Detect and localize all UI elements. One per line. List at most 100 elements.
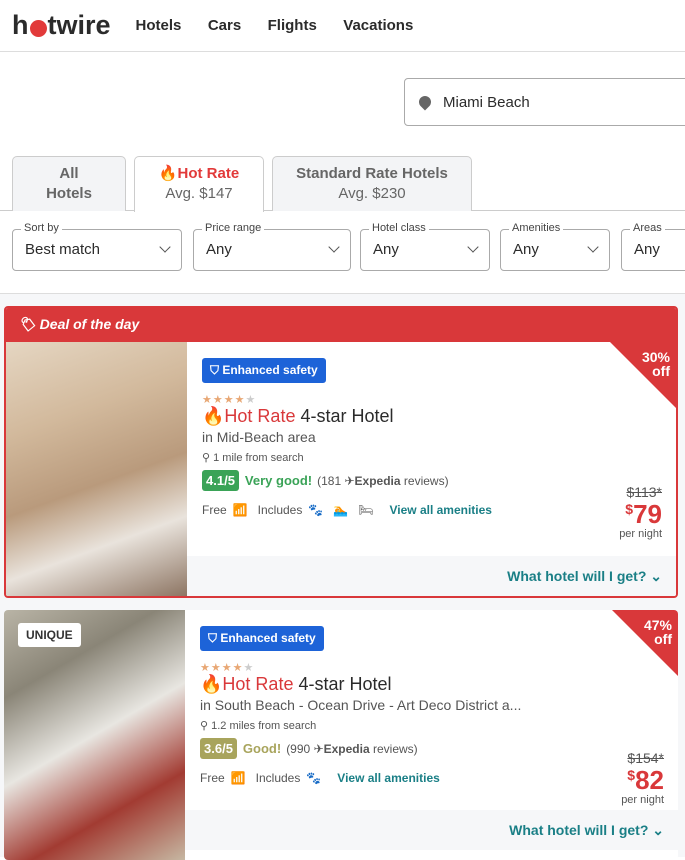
score-max: /5 (224, 473, 235, 488)
review-source: Expedia (354, 473, 401, 488)
shield-icon: ⛉ (210, 363, 223, 377)
original-price: $154* (627, 750, 664, 766)
currency-symbol: $ (625, 501, 634, 517)
badge-text: Enhanced safety (220, 631, 316, 645)
hotel-class-title: 4-star Hotel (298, 674, 392, 694)
hotel-area: in South Beach - Ocean Drive - Art Deco … (200, 697, 522, 713)
hotel-title[interactable]: 🔥Hot Rate 4-star Hotel (200, 674, 521, 695)
pool-icon: 🏊 (333, 503, 349, 517)
rating-text: Good! (242, 741, 282, 756)
price-range-select[interactable]: Price range Any (193, 222, 351, 271)
what-hotel-link[interactable]: What hotel will I get? ⌄ (185, 810, 678, 850)
expedia-logo-icon: ✈ (344, 473, 355, 488)
hotel-card[interactable]: 🏷 Deal of the day 30% off ⛉ Enhanced safe… (4, 306, 678, 598)
deal-of-the-day-banner: 🏷 Deal of the day (6, 308, 676, 342)
score-badge: 4.1/5 (202, 470, 239, 491)
tab-avg-price: Avg. $230 (338, 185, 406, 202)
enhanced-safety-badge[interactable]: ⛉ Enhanced safety (200, 626, 324, 651)
hotel-card[interactable]: UNIQUE 47% off ⛉ Enhanced safety ★★★★★ 🔥H… (4, 610, 678, 860)
expedia-logo-icon: ✈ (313, 741, 324, 756)
hotwire-logo[interactable]: h twire (12, 10, 111, 41)
tab-all-hotels[interactable]: All Hotels (12, 156, 126, 211)
nav-hotels[interactable]: Hotels (136, 17, 182, 34)
discount-label: 47% off (644, 618, 672, 646)
review-source: Expedia (323, 741, 370, 756)
distance-text: 1.2 miles from search (211, 720, 317, 732)
hotel-class-select[interactable]: Hotel class Any (360, 222, 490, 271)
tab-avg-price: Avg. $147 (165, 185, 233, 202)
hotel-info: ⛉ Enhanced safety ★★★★★ 🔥Hot Rate 4-star… (202, 358, 492, 517)
filter-value: Any (373, 241, 399, 258)
badge-text: Enhanced safety (222, 363, 318, 377)
hotel-photo[interactable] (4, 610, 185, 860)
filter-bar: Sort by Best match Price range Any Hotel… (0, 221, 685, 271)
logo-text: twire (47, 10, 111, 40)
review-suffix: reviews) (373, 741, 418, 756)
amenities-row: Free 📶 Includes 🐾 View all amenities (200, 771, 521, 785)
free-label: Free (202, 503, 227, 517)
price-block: $113* $79 per night (619, 484, 662, 540)
shield-icon: ⛉ (208, 631, 221, 645)
tab-hot-rate[interactable]: 🔥Hot Rate Avg. $147 (134, 156, 264, 212)
includes-label: Includes (255, 771, 301, 785)
unique-tag: UNIQUE (18, 623, 81, 647)
what-hotel-text: What hotel will I get? (507, 568, 647, 584)
score-value: 4.1 (206, 473, 225, 488)
filter-label: Hotel class (369, 222, 429, 234)
nav-cars[interactable]: Cars (208, 17, 241, 34)
enhanced-safety-badge[interactable]: ⛉ Enhanced safety (202, 358, 326, 383)
distance: ⚲ 1.2 miles from search (200, 719, 521, 732)
currency-symbol: $ (627, 767, 636, 783)
location-pin-icon (416, 93, 434, 111)
distance: ⚲ 1 mile from search (202, 451, 492, 464)
filter-value: Any (206, 241, 232, 258)
destination-input[interactable]: Miami Beach (404, 78, 685, 126)
view-all-amenities-link[interactable]: View all amenities (337, 771, 440, 785)
current-price: $79 (619, 500, 662, 528)
chevron-down-icon (467, 241, 479, 253)
review-suffix: reviews) (403, 473, 449, 488)
original-price: $113* (626, 484, 662, 500)
tab-label: Hotels (46, 185, 92, 202)
filter-value: Any (634, 241, 660, 258)
amenities-select[interactable]: Amenities Any (500, 222, 610, 271)
deal-banner-text: Deal of the day (39, 316, 140, 332)
tab-label: All (59, 165, 79, 182)
hotel-title[interactable]: 🔥Hot Rate 4-star Hotel (202, 406, 492, 427)
view-all-amenities-link[interactable]: View all amenities (389, 503, 492, 517)
flame-icon: 🔥 (200, 674, 223, 694)
chevron-down-icon (587, 241, 599, 253)
hot-rate-label: Hot Rate (224, 406, 296, 426)
rating-text: Very good! (244, 473, 313, 488)
hotel-photo[interactable] (6, 342, 187, 596)
guest-rating: 4.1/5 Very good! (181 ✈Expedia reviews) (202, 470, 492, 491)
chevron-down-icon (159, 241, 171, 253)
distance-text: 1 mile from search (213, 452, 304, 464)
price-value: 82 (635, 765, 664, 795)
current-price: $82 (621, 766, 664, 794)
wifi-icon: 📶 (230, 771, 246, 785)
areas-select[interactable]: Areas Any (621, 222, 685, 271)
what-hotel-text: What hotel will I get? (509, 822, 649, 838)
discount-off: off (652, 363, 670, 379)
pet-icon: 🐾 (308, 503, 324, 517)
amenities-row: Free 📶 Includes 🐾 🏊 🛏 View all amenities (202, 503, 492, 517)
tab-label: Standard Rate Hotels (296, 165, 448, 182)
what-hotel-link[interactable]: What hotel will I get? ⌄ (187, 556, 676, 596)
price-block: $154* $82 per night (621, 750, 664, 806)
per-night-label: per night (619, 528, 662, 540)
nav-vacations[interactable]: Vacations (343, 17, 413, 34)
tab-label: 🔥Hot Rate (135, 164, 263, 184)
price-value: 79 (633, 499, 662, 529)
logo-dot (29, 20, 47, 37)
score-max: /5 (222, 741, 233, 756)
filter-label: Price range (202, 222, 265, 234)
sort-by-select[interactable]: Sort by Best match (12, 222, 182, 271)
review-number: (990 (286, 741, 311, 756)
tab-standard-rate[interactable]: Standard Rate Hotels Avg. $230 (272, 156, 472, 211)
hotel-area: in Mid-Beach area (202, 429, 316, 445)
location-pin-icon: ⚲ (202, 452, 214, 464)
rate-tabs: All Hotels 🔥Hot Rate Avg. $147 Standard … (0, 156, 685, 212)
main-nav: Hotels Cars Flights Vacations (136, 17, 436, 35)
nav-flights[interactable]: Flights (268, 17, 317, 34)
